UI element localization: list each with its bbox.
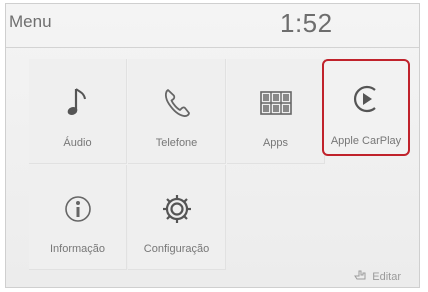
apple-carplay-tile[interactable]: Apple CarPlay: [322, 59, 410, 156]
telephone-tile[interactable]: Telefone: [128, 59, 226, 164]
information-label: Informação: [49, 243, 106, 255]
audio-tile[interactable]: Áudio: [29, 59, 127, 164]
information-tile[interactable]: Informação: [29, 165, 127, 270]
music-note-icon: [60, 85, 96, 121]
info-icon: [60, 191, 96, 227]
apple-carplay-label: Apple CarPlay: [330, 135, 402, 147]
page-title: Menu: [9, 12, 52, 31]
apps-label: Apps: [262, 137, 289, 149]
edit-button[interactable]: Editar: [354, 269, 401, 284]
edit-hand-icon: [354, 269, 368, 284]
carplay-icon: [348, 81, 384, 117]
phone-icon: [159, 85, 195, 121]
configuration-label: Configuração: [143, 243, 210, 255]
edit-label: Editar: [372, 270, 401, 283]
header-divider: [6, 47, 419, 48]
audio-label: Áudio: [63, 137, 92, 149]
gear-icon: [159, 191, 195, 227]
telephone-label: Telefone: [155, 137, 198, 149]
menu-grid: Áudio Telefone Apps Apple CarPlay Inform…: [6, 49, 419, 270]
head-unit-screen: Menu 1:52 Áudio Telefone Apps Apple CarP…: [5, 3, 420, 288]
apps-grid-icon: [258, 85, 294, 121]
top-bar: Menu 1:52: [6, 4, 419, 46]
configuration-tile[interactable]: Configuração: [128, 165, 226, 270]
clock: 1:52: [280, 8, 333, 38]
apps-tile[interactable]: Apps: [227, 59, 325, 164]
